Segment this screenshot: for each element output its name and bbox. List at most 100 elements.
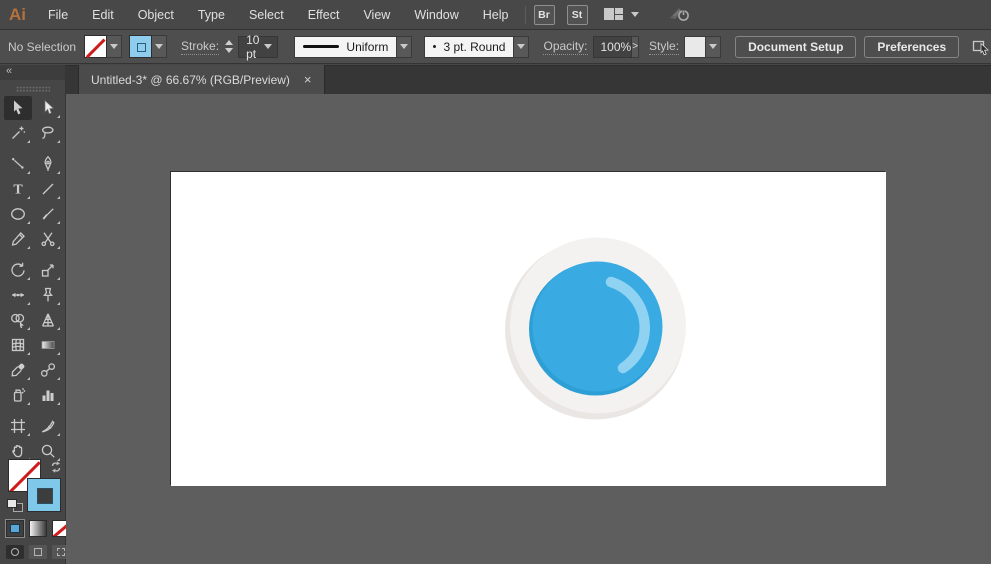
stroke-color-swatch[interactable] [129, 35, 153, 58]
collapse-panel-icon[interactable]: « [6, 65, 13, 77]
curvature-tool[interactable] [4, 152, 32, 176]
eyedropper-tool[interactable] [4, 358, 32, 382]
style-label[interactable]: Style: [649, 39, 680, 55]
brush-label: 3 pt. Round [443, 39, 506, 54]
paintbrush-tool[interactable] [34, 202, 62, 226]
style-swatch[interactable] [684, 35, 707, 58]
stepper-up-icon[interactable] [225, 40, 234, 45]
slice-tool[interactable] [34, 414, 62, 438]
type-tool[interactable]: T [4, 177, 32, 201]
style-control[interactable] [684, 35, 722, 58]
stock-button[interactable]: St [566, 4, 588, 25]
mesh-tool[interactable] [4, 333, 32, 357]
opacity-panel-button[interactable]: > [632, 35, 640, 58]
selection-tool-icon [13, 100, 22, 115]
color-button[interactable] [5, 519, 25, 538]
stroke-weight-field[interactable]: 10 pt [238, 33, 279, 61]
scissors-tool[interactable] [34, 227, 62, 251]
stroke-weight-stepper[interactable] [225, 40, 234, 53]
rotate-tool[interactable] [4, 258, 32, 282]
menu-item-edit[interactable]: Edit [80, 0, 126, 29]
ellipse-tool-icon [10, 208, 25, 220]
line-segment-tool-icon [42, 183, 53, 195]
workspace-switcher[interactable] [603, 8, 639, 21]
menu-item-view[interactable]: View [351, 0, 402, 29]
pen-tool[interactable] [34, 152, 62, 176]
menu-item-object[interactable]: Object [126, 0, 186, 29]
opacity-field[interactable]: 100% [592, 35, 633, 58]
default-fill-stroke-icon[interactable] [7, 499, 23, 512]
brush-definition-control[interactable]: 3 pt. Round [424, 35, 530, 58]
zoom-tool-icon [41, 444, 55, 458]
opacity-label[interactable]: Opacity: [543, 39, 588, 55]
tools-panel-grip[interactable] [15, 86, 50, 92]
stroke-weight-label[interactable]: Stroke: [181, 39, 220, 55]
ellipse-tool[interactable] [4, 202, 32, 226]
direct-selection-tool[interactable] [34, 96, 62, 120]
gradient-tool[interactable] [34, 333, 62, 357]
app-logo: Ai [9, 4, 26, 24]
stroke-color-control[interactable] [129, 35, 168, 58]
shape-builder-tool[interactable] [4, 308, 32, 332]
lasso-tool[interactable] [34, 121, 62, 145]
variable-width-profile-value[interactable]: Uniform [294, 35, 398, 58]
fill-color-control[interactable] [84, 35, 123, 58]
style-dropdown-button[interactable] [706, 35, 722, 58]
selection-tool[interactable] [3, 96, 32, 120]
document-tab[interactable]: Untitled-3* @ 66.67% (RGB/Preview) × [78, 65, 325, 94]
tool-group [3, 96, 62, 145]
canvas[interactable] [66, 94, 991, 564]
eyedropper-tool-icon [10, 363, 24, 377]
draw-normal-button[interactable] [6, 545, 24, 559]
swap-fill-stroke-icon[interactable] [49, 460, 63, 477]
rotate-tool-icon [10, 262, 25, 277]
menu-item-window[interactable]: Window [402, 0, 470, 29]
puppet-warp-tool-icon [42, 287, 53, 302]
magic-wand-tool[interactable] [4, 121, 32, 145]
perspective-grid-tool[interactable] [34, 308, 62, 332]
blend-tool-icon [40, 363, 55, 377]
menu-item-help[interactable]: Help [471, 0, 521, 29]
variable-width-profile-control[interactable]: Uniform [294, 35, 413, 58]
chevron-down-icon [709, 44, 718, 49]
pencil-tool[interactable] [4, 227, 32, 251]
gradient-button[interactable] [29, 520, 47, 537]
gpu-performance-icon[interactable] [667, 3, 693, 26]
document-setup-button[interactable]: Document Setup [735, 35, 857, 58]
line-segment-tool[interactable] [34, 177, 62, 201]
puppet-warp-tool[interactable] [34, 283, 62, 307]
stroke-proxy-swatch[interactable] [27, 478, 61, 512]
fill-dropdown-button[interactable] [107, 35, 123, 58]
stroke-weight-dropdown[interactable] [259, 37, 277, 57]
chevron-down-icon [400, 44, 409, 49]
menu-item-effect[interactable]: Effect [296, 0, 352, 29]
scale-tool[interactable] [34, 258, 62, 282]
stroke-dropdown-button[interactable] [152, 35, 168, 58]
brush-dropdown-button[interactable] [514, 35, 530, 58]
artboard-tool[interactable] [4, 414, 32, 438]
menu-item-type[interactable]: Type [186, 0, 237, 29]
stepper-down-icon[interactable] [225, 48, 234, 53]
width-tool[interactable] [4, 283, 32, 307]
fill-none-swatch[interactable] [84, 35, 108, 58]
pencil-tool-icon [11, 232, 25, 246]
hand-tool-icon [11, 444, 22, 458]
menu-item-file[interactable]: File [36, 0, 80, 29]
profile-dropdown-button[interactable] [397, 35, 413, 58]
selection-status: No Selection [8, 39, 77, 54]
menu-item-select[interactable]: Select [237, 0, 296, 29]
chevron-down-icon [630, 12, 639, 17]
column-graph-tool[interactable] [34, 383, 62, 407]
symbol-sprayer-tool[interactable] [4, 383, 32, 407]
brush-definition-value[interactable]: 3 pt. Round [424, 35, 515, 58]
preferences-button[interactable]: Preferences [864, 35, 960, 58]
bridge-button[interactable]: Br [533, 4, 555, 25]
blue-button-illustration[interactable] [171, 172, 886, 486]
blend-tool[interactable] [34, 358, 62, 382]
menubar: Ai File Edit Object Type Select Effect View Win… [0, 0, 991, 30]
close-tab-icon[interactable]: × [304, 73, 312, 86]
select-similar-control[interactable] [971, 37, 991, 57]
draw-behind-button[interactable] [29, 545, 47, 559]
workspace-switcher-icon [603, 8, 624, 21]
artboard[interactable] [171, 172, 886, 486]
